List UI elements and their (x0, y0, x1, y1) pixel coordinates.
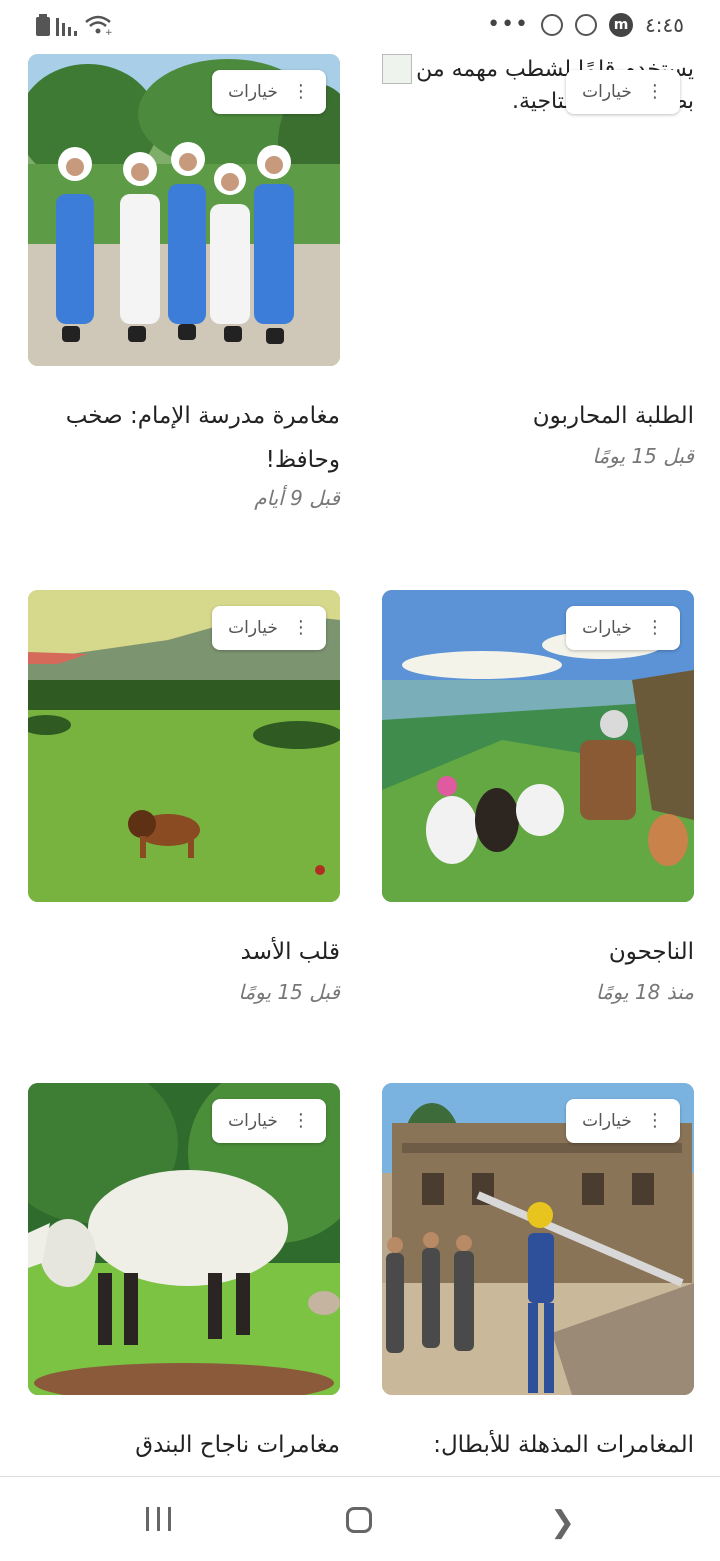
navigation-bar: ❯ (0, 1476, 720, 1561)
story-title[interactable]: الطلبة المحاربون (382, 394, 694, 438)
options-button[interactable]: ⋮ خيارات (566, 1099, 680, 1143)
messenger-icon: m (609, 12, 634, 37)
story-title[interactable]: الناجحون (382, 930, 694, 974)
story-title[interactable]: المغامرات المذهلة للأبطال: (382, 1423, 694, 1467)
story-time: قبل 15 يومًا (238, 980, 340, 1004)
kebab-menu-icon: ⋮ (291, 617, 310, 638)
status-bar: + ••• m ٤:٤٥ (0, 0, 720, 52)
recents-icon[interactable] (146, 1507, 171, 1531)
story-card[interactable]: يستخدم قلمًا لشطب مهمه من بطاقة ورقية إن… (382, 54, 694, 494)
story-title[interactable]: قلب الأسد (28, 930, 340, 974)
options-label: خيارات (582, 82, 632, 102)
options-button[interactable]: ⋮ خيارات (566, 606, 680, 650)
story-time: قبل 15 يومًا (592, 444, 694, 468)
options-label: خيارات (228, 82, 278, 102)
story-thumbnail[interactable]: ⋮ خيارات (28, 54, 340, 366)
signal-icon (56, 18, 77, 36)
story-time: منذ 18 يومًا (595, 980, 694, 1004)
viber-icon (575, 13, 598, 36)
svg-text:+: + (105, 28, 113, 36)
story-title[interactable]: مغامرة مدرسة الإمام: صخب وحافظ! (28, 394, 340, 482)
story-thumbnail[interactable]: ⋮ خيارات (28, 1083, 340, 1395)
viber-icon (541, 13, 564, 36)
story-title[interactable]: مغامرات ناجاح البندق (28, 1423, 340, 1467)
story-thumbnail[interactable]: ⋮ خيارات (382, 590, 694, 902)
story-thumbnail[interactable]: ⋮ خيارات (28, 590, 340, 902)
story-time: قبل 9 أيام (254, 486, 340, 510)
home-icon[interactable] (346, 1507, 372, 1533)
story-thumbnail[interactable]: يستخدم قلمًا لشطب مهمه من بطاقة ورقية إن… (382, 54, 694, 366)
story-card[interactable]: ⋮ خيارات مغامرة مدرسة الإمام: صخب وحافظ!… (28, 54, 340, 534)
battery-icon (36, 14, 50, 36)
story-card[interactable]: ⋮ خيارات المغامرات المذهلة للأبطال: (382, 1083, 694, 1473)
wifi-icon: + (85, 15, 113, 36)
options-label: خيارات (582, 1111, 632, 1131)
overflow-dots: ••• (487, 12, 530, 37)
back-icon[interactable]: ❯ (550, 1505, 575, 1540)
options-label: خيارات (228, 618, 278, 638)
story-card[interactable]: ⋮ خيارات الناجحون منذ 18 يومًا (382, 590, 694, 1030)
options-label: خيارات (228, 1111, 278, 1131)
story-card[interactable]: ⋮ خيارات قلب الأسد قبل 15 يومًا (28, 590, 340, 1030)
options-button[interactable]: ⋮ خيارات (212, 606, 326, 650)
status-left: + (36, 14, 114, 36)
kebab-menu-icon: ⋮ (645, 81, 664, 102)
options-label: خيارات (582, 618, 632, 638)
kebab-menu-icon: ⋮ (291, 1110, 310, 1131)
story-card[interactable]: ⋮ خيارات مغامرات ناجاح البندق (28, 1083, 340, 1473)
status-right: ••• m ٤:٤٥ (487, 12, 684, 37)
options-button[interactable]: ⋮ خيارات (566, 70, 680, 114)
status-time: ٤:٤٥ (645, 12, 684, 37)
options-button[interactable]: ⋮ خيارات (212, 1099, 326, 1143)
kebab-menu-icon: ⋮ (645, 1110, 664, 1131)
kebab-menu-icon: ⋮ (291, 81, 310, 102)
kebab-menu-icon: ⋮ (645, 617, 664, 638)
options-button[interactable]: ⋮ خيارات (212, 70, 326, 114)
story-thumbnail[interactable]: ⋮ خيارات (382, 1083, 694, 1395)
